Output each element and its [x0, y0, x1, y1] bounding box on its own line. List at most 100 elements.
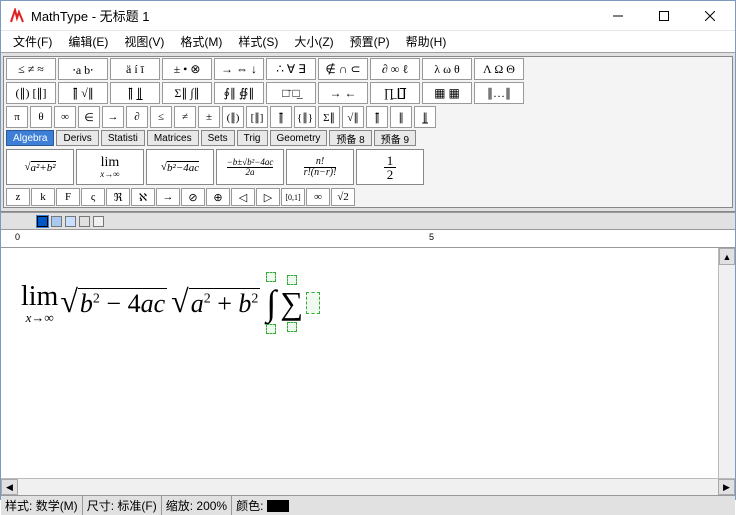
tpl-matrices[interactable]: ▦ ▦ [422, 82, 472, 104]
menu-view[interactable]: 视图(V) [116, 31, 172, 52]
sm-oplus[interactable]: ⊕ [206, 188, 230, 206]
eq-sqrt-1[interactable]: √ b2 − 4ac [60, 288, 167, 319]
tpl-sub[interactable]: ∥̲ [414, 106, 436, 128]
ruler[interactable]: 0 5 [1, 230, 735, 248]
tpl-sqrt[interactable]: √∥ [342, 106, 364, 128]
symbol-logic[interactable]: ∴ ∀ ∃ [266, 58, 316, 80]
sm-ltri[interactable]: ◁ [231, 188, 255, 206]
eq-lim[interactable]: lim x→∞ [21, 283, 58, 324]
color-swatch-4[interactable] [79, 216, 90, 227]
status-zoom[interactable]: 缩放: 200% [162, 496, 232, 515]
symbol-operators[interactable]: ± • ⊗ [162, 58, 212, 80]
eq-sqrt-2[interactable]: √ a2 + b2 [171, 288, 260, 319]
symbol-spaces[interactable]: ⸱a b⸱ [58, 58, 108, 80]
tpl-half[interactable]: 12 [356, 149, 424, 185]
symbol-greek-lower[interactable]: λ ω θ [422, 58, 472, 80]
sym-pm[interactable]: ± [198, 106, 220, 128]
status-size[interactable]: 尺寸: 标准(F) [83, 496, 162, 515]
horizontal-scrollbar[interactable]: ◀ ▶ [1, 478, 735, 495]
tab-geometry[interactable]: Geometry [270, 130, 328, 146]
sm-interval[interactable]: [0,1] [281, 188, 305, 206]
sym-in[interactable]: ∈ [78, 106, 100, 128]
tab-preset-8[interactable]: 预备 8 [329, 130, 371, 146]
sm-rtri[interactable]: ▷ [256, 188, 280, 206]
sym-inf[interactable]: ∞ [54, 106, 76, 128]
tpl-fractions[interactable]: ∥̄ √∥ [58, 82, 108, 104]
tpl-sqrt-a2b2[interactable]: √a²+b² [6, 149, 74, 185]
tpl-overbar[interactable]: □̄ □̲ [266, 82, 316, 104]
sym-leq[interactable]: ≤ [150, 106, 172, 128]
tab-sets[interactable]: Sets [201, 130, 235, 146]
symbol-arrows[interactable]: → ⇔ ↓ [214, 58, 264, 80]
color-swatch-5[interactable] [93, 216, 104, 227]
status-color[interactable]: 颜色: [232, 496, 293, 515]
tpl-integrals[interactable]: ∮∥ ∯∥ [214, 82, 264, 104]
tpl-boxes[interactable]: ∥…∥ [474, 82, 524, 104]
placeholder-sum-upper[interactable] [287, 275, 297, 285]
tab-algebra[interactable]: Algebra [6, 130, 54, 146]
scroll-left-icon[interactable]: ◀ [1, 479, 18, 495]
sm-f-u[interactable]: F [56, 188, 80, 206]
symbol-set-theory[interactable]: ∉ ∩ ⊂ [318, 58, 368, 80]
sym-partial[interactable]: ∂ [126, 106, 148, 128]
scroll-right-icon[interactable]: ▶ [718, 479, 735, 495]
placeholder-summand[interactable] [306, 292, 320, 314]
sm-inf[interactable]: ∞ [306, 188, 330, 206]
sym-neq[interactable]: ≠ [174, 106, 196, 128]
tpl-sup[interactable]: ∥̄ [366, 106, 388, 128]
sym-arrow[interactable]: → [102, 106, 124, 128]
placeholder-sum-lower[interactable] [287, 322, 297, 332]
sm-arrow[interactable]: → [156, 188, 180, 206]
color-swatch-2[interactable] [51, 216, 62, 227]
menu-preset[interactable]: 预置(P) [342, 31, 398, 52]
sm-re[interactable]: ℜ [106, 188, 130, 206]
sm-oslash[interactable]: ⊘ [181, 188, 205, 206]
tpl-limit[interactable]: limx→∞ [76, 149, 144, 185]
tpl-subsup[interactable]: ∥̄ ∥̲ [110, 82, 160, 104]
minimize-button[interactable] [595, 1, 641, 31]
placeholder-upper[interactable] [266, 272, 276, 282]
symbol-greek-upper[interactable]: Λ Ω Θ [474, 58, 524, 80]
sm-z[interactable]: z [6, 188, 30, 206]
vertical-scrollbar[interactable]: ▲ [718, 248, 735, 478]
status-style[interactable]: 样式: 数学(M) [1, 496, 83, 515]
eq-sqrt-2-body[interactable]: a2 + b2 [189, 288, 261, 319]
eq-sum[interactable]: ∑ [280, 275, 303, 332]
symbol-accents[interactable]: ä í ī [110, 58, 160, 80]
tpl-mid[interactable]: ∥ [390, 106, 412, 128]
tpl-sums[interactable]: Σ∥ ∫∥ [162, 82, 212, 104]
tab-matrices[interactable]: Matrices [147, 130, 199, 146]
eq-sqrt-1-body[interactable]: b2 − 4ac [78, 288, 167, 319]
maximize-button[interactable] [641, 1, 687, 31]
tab-trig[interactable]: Trig [237, 130, 268, 146]
eq-integral[interactable]: ∫ [264, 272, 278, 334]
color-swatch-3[interactable] [65, 216, 76, 227]
symbol-relations[interactable]: ≤ ≠ ≈ [6, 58, 56, 80]
sm-aleph[interactable]: ℵ [131, 188, 155, 206]
placeholder-lower[interactable] [266, 324, 276, 334]
tpl-brace[interactable]: {∥} [294, 106, 316, 128]
scroll-track[interactable] [18, 479, 718, 495]
menu-style[interactable]: 样式(S) [230, 31, 286, 52]
sm-sigma[interactable]: ς [81, 188, 105, 206]
menu-format[interactable]: 格式(M) [172, 31, 230, 52]
menu-help[interactable]: 帮助(H) [398, 31, 455, 52]
tpl-quadratic[interactable]: −b±√b²−4ac2a [216, 149, 284, 185]
tpl-sqrt-b24ac[interactable]: √b²−4ac [146, 149, 214, 185]
equation-editor[interactable]: lim x→∞ √ b2 − 4ac √ a2 + b2 ∫ ∑ [1, 248, 735, 478]
sym-theta[interactable]: θ [30, 106, 52, 128]
close-button[interactable] [687, 1, 733, 31]
tpl-binomial[interactable]: n!r!(n−r)! [286, 149, 354, 185]
tab-derivs[interactable]: Derivs [56, 130, 98, 146]
sym-pi[interactable]: π [6, 106, 28, 128]
menu-size[interactable]: 大小(Z) [286, 31, 341, 52]
menu-edit[interactable]: 编辑(E) [60, 31, 116, 52]
tpl-paren[interactable]: (∥) [222, 106, 244, 128]
tpl-products[interactable]: ∏̲ ∐̅ [370, 82, 420, 104]
sm-k[interactable]: k [31, 188, 55, 206]
equation-content[interactable]: lim x→∞ √ b2 − 4ac √ a2 + b2 ∫ ∑ [21, 272, 321, 334]
tpl-arrows[interactable]: → ← [318, 82, 368, 104]
sm-sqrt2[interactable]: √2 [331, 188, 355, 206]
tpl-fences[interactable]: (∥) [∥] [6, 82, 56, 104]
tpl-frac[interactable]: ∥̄ [270, 106, 292, 128]
